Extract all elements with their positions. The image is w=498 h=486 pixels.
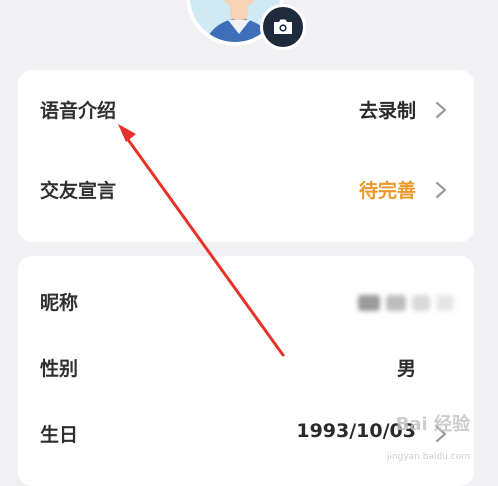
nickname-value-blurred bbox=[350, 292, 454, 314]
camera-icon bbox=[274, 19, 292, 34]
nickname-row[interactable]: 昵称 bbox=[18, 276, 474, 326]
birthday-label: 生日 bbox=[40, 424, 79, 446]
gender-row[interactable]: 性别 男 bbox=[18, 342, 474, 392]
nickname-label: 昵称 bbox=[40, 292, 79, 314]
intro-card: 语音介绍 去录制 交友宣言 待完善 bbox=[18, 70, 474, 242]
gender-value: 男 bbox=[396, 358, 416, 380]
declaration-label: 交友宣言 bbox=[40, 180, 117, 202]
chevron-right-icon bbox=[435, 181, 447, 199]
voice-intro-label: 语音介绍 bbox=[40, 100, 117, 122]
watermark: Bai 经验 bbox=[395, 414, 470, 435]
change-avatar-button[interactable] bbox=[260, 4, 306, 50]
avatar-section bbox=[186, 0, 306, 58]
declaration-row[interactable]: 交友宣言 待完善 bbox=[18, 164, 474, 214]
chevron-right-icon bbox=[435, 101, 447, 119]
declaration-value: 待完善 bbox=[358, 180, 416, 202]
gender-label: 性别 bbox=[40, 358, 79, 380]
watermark-url: jingyan.baidu.com bbox=[386, 452, 470, 462]
voice-intro-value: 去录制 bbox=[358, 100, 416, 122]
voice-intro-row[interactable]: 语音介绍 去录制 bbox=[18, 84, 474, 134]
